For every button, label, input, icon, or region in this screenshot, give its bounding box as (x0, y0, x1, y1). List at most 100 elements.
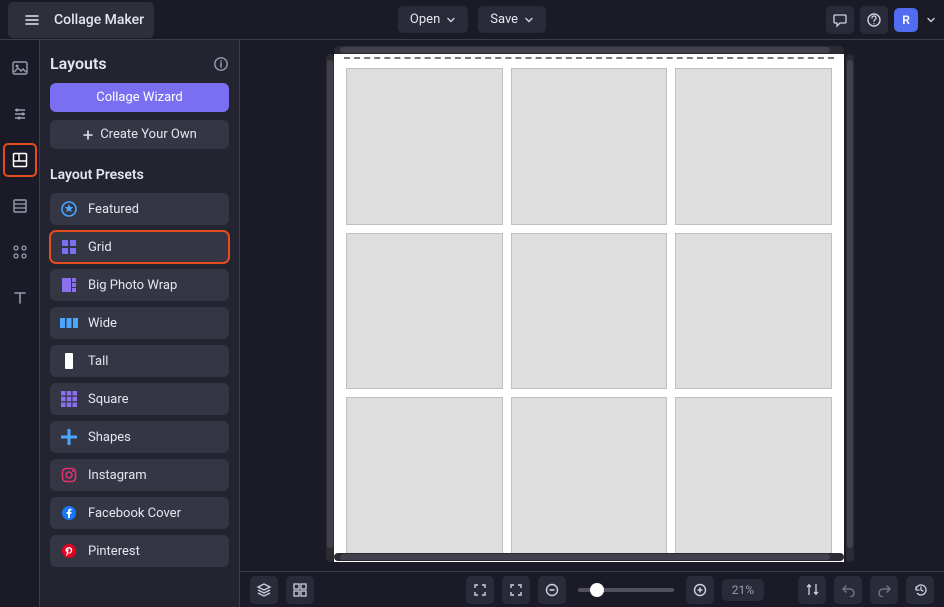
zoom-slider[interactable] (578, 588, 674, 592)
preset-label: Grid (88, 240, 112, 255)
info-button[interactable] (213, 56, 229, 72)
image-icon (11, 59, 29, 77)
bottom-bar: 21% (240, 571, 944, 607)
rail-image[interactable] (4, 52, 36, 84)
create-your-own-button[interactable]: Create Your Own (50, 120, 229, 149)
preset-label: Wide (88, 316, 117, 331)
zoom-in-button[interactable] (686, 576, 714, 604)
presets-heading: Layout Presets (50, 167, 229, 183)
comments-button[interactable] (826, 6, 854, 34)
facebook-icon (60, 504, 78, 522)
save-button[interactable]: Save (478, 6, 546, 33)
plus-icon (82, 129, 94, 141)
preset-pinterest[interactable]: Pinterest (50, 535, 229, 567)
undo-button[interactable] (834, 576, 862, 604)
bigphoto-icon (60, 276, 78, 294)
collage-cell[interactable] (675, 233, 832, 390)
history-button[interactable] (906, 576, 934, 604)
collage-cell[interactable] (346, 397, 503, 554)
history-icon (913, 582, 928, 597)
layout-icon (11, 151, 29, 169)
rail-graphics[interactable] (4, 190, 36, 222)
preset-wide[interactable]: Wide (50, 307, 229, 339)
layers-button[interactable] (250, 576, 278, 604)
collage-cell[interactable] (511, 233, 668, 390)
preset-shapes[interactable]: Shapes (50, 421, 229, 453)
collage-cell[interactable] (511, 397, 668, 554)
open-button[interactable]: Open (398, 6, 468, 33)
rail-text[interactable] (4, 282, 36, 314)
rail-adjust[interactable] (4, 98, 36, 130)
top-bar: Collage Maker Open Save R (0, 0, 944, 40)
rail-layouts[interactable] (4, 144, 36, 176)
collage-cell[interactable] (675, 68, 832, 225)
ruler-top (344, 57, 834, 60)
preset-instagram[interactable]: Instagram (50, 459, 229, 491)
preset-featured[interactable]: Featured (50, 193, 229, 225)
redo-icon (877, 582, 892, 597)
preset-label: Big Photo Wrap (88, 278, 177, 293)
plus-circle-icon (693, 583, 707, 597)
featured-icon (60, 200, 78, 218)
preset-label: Tall (88, 354, 108, 369)
scrollbar-right[interactable] (846, 54, 854, 562)
zoom-out-button[interactable] (538, 576, 566, 604)
undo-icon (841, 582, 856, 597)
redo-button[interactable] (870, 576, 898, 604)
pinterest-icon (60, 542, 78, 560)
preset-label: Facebook Cover (88, 506, 181, 521)
collage-cell[interactable] (511, 68, 668, 225)
instagram-icon (60, 466, 78, 484)
help-button[interactable] (860, 6, 888, 34)
scrollbar-left[interactable] (326, 54, 334, 562)
info-icon (213, 56, 229, 72)
collage-cell[interactable] (346, 233, 503, 390)
top-center: Open Save (398, 6, 546, 33)
rail-settings[interactable] (4, 236, 36, 268)
scrollbar-top[interactable] (334, 46, 844, 54)
preset-facebook-cover[interactable]: Facebook Cover (50, 497, 229, 529)
menu-button[interactable] (18, 6, 46, 34)
preset-big-photo-wrap[interactable]: Big Photo Wrap (50, 269, 229, 301)
preset-square[interactable]: Square (50, 383, 229, 415)
collage-wizard-button[interactable]: Collage Wizard (50, 83, 229, 112)
fullscreen-icon (473, 583, 487, 597)
compare-icon (805, 582, 820, 597)
preset-label: Shapes (88, 430, 131, 445)
canvas-wrap (334, 54, 844, 562)
side-heading-row: Layouts (50, 54, 229, 73)
comment-icon (832, 12, 848, 28)
preset-label: Instagram (88, 468, 147, 483)
graphics-icon (11, 197, 29, 215)
compare-button[interactable] (798, 576, 826, 604)
tall-icon (60, 352, 78, 370)
grid-view-button[interactable] (286, 576, 314, 604)
layers-icon (256, 582, 272, 598)
avatar[interactable]: R (894, 8, 918, 32)
minus-circle-icon (545, 583, 559, 597)
chevron-down-icon (524, 15, 534, 25)
text-icon (11, 289, 29, 307)
chevron-down-icon[interactable] (926, 15, 936, 25)
collage-grid (346, 68, 832, 554)
hamburger-icon (24, 12, 40, 28)
canvas-stage (240, 40, 944, 571)
preset-tall[interactable]: Tall (50, 345, 229, 377)
settings-sliders-icon (11, 243, 29, 261)
collage-cell[interactable] (675, 397, 832, 554)
adjust-icon (11, 105, 29, 123)
app-title-wrap: Collage Maker (8, 2, 154, 38)
fit-button[interactable] (502, 576, 530, 604)
save-label: Save (490, 12, 518, 27)
scrollbar-bottom[interactable] (334, 553, 844, 561)
avatar-letter: R (902, 13, 910, 27)
grid-icon (60, 238, 78, 256)
fit-icon (509, 583, 523, 597)
canvas[interactable] (334, 54, 844, 562)
top-right: R (826, 6, 936, 34)
preset-grid[interactable]: Grid (50, 231, 229, 263)
fullscreen-button[interactable] (466, 576, 494, 604)
collage-wizard-label: Collage Wizard (96, 90, 183, 105)
zoom-display[interactable]: 21% (722, 579, 764, 601)
collage-cell[interactable] (346, 68, 503, 225)
